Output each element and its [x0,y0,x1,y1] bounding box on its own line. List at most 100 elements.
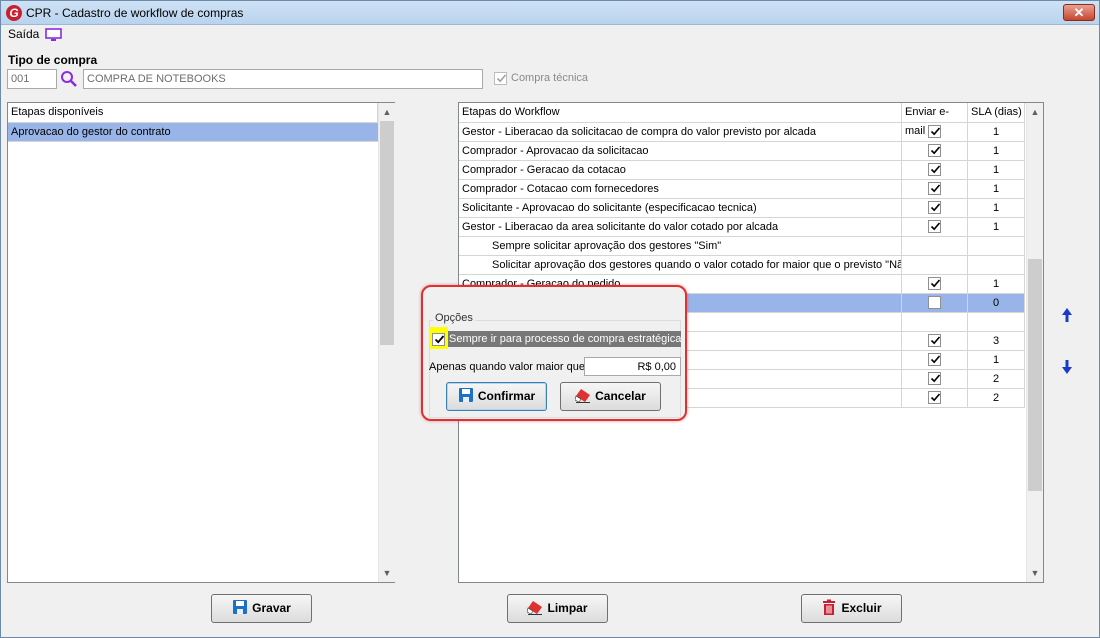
tipo-compra-label: Tipo de compra [8,53,98,67]
enviar-email-checkbox[interactable] [928,144,941,157]
enviar-email-checkbox[interactable] [928,163,941,176]
sla-cell[interactable]: 1 [968,351,1025,370]
limpar-label: Limpar [547,601,588,615]
check-icon [930,146,941,155]
sla-cell[interactable]: 3 [968,332,1025,351]
move-down-icon[interactable] [1062,360,1072,374]
check-icon [930,393,941,402]
valor-input[interactable]: R$ 0,00 [584,357,681,376]
check-icon [930,203,941,212]
menu-bar: Saída [1,25,1099,45]
email-cell [902,256,968,275]
enviar-email-checkbox[interactable] [928,372,941,385]
sla-cell[interactable]: 1 [968,218,1025,237]
title-bar: G CPR - Cadastro de workflow de compras … [1,1,1099,25]
etapas-disponiveis-list[interactable]: Etapas disponíveis Aprovacao do gestor d… [7,102,395,583]
limpar-button[interactable]: Limpar [507,594,608,623]
main-window: G CPR - Cadastro de workflow de compras … [0,0,1100,638]
compra-tecnica-label: Compra técnica [511,72,589,84]
check-icon [930,127,941,136]
enviar-email-checkbox[interactable] [928,220,941,233]
save-icon [233,599,248,614]
compra-estrategica-label[interactable]: Sempre ir para processo de compra estrat… [448,331,681,347]
scroll-thumb[interactable] [1028,259,1042,491]
workflow-header-email[interactable]: Enviar e-mail [902,103,968,137]
gravar-button[interactable]: Gravar [211,594,312,623]
enviar-email-checkbox[interactable] [928,277,941,290]
email-cell [902,123,968,142]
table-row[interactable]: Comprador - Geracao da cotacao 1 [459,161,1025,180]
sla-cell[interactable]: 1 [968,161,1025,180]
check-icon [496,74,507,83]
enviar-email-checkbox[interactable] [928,201,941,214]
etapa-cell: Solicitante - Aprovacao do solicitante (… [459,199,902,218]
scroll-down-icon[interactable]: ▼ [1027,564,1043,582]
sla-cell[interactable]: 2 [968,370,1025,389]
scroll-down-icon[interactable]: ▼ [379,564,395,582]
excluir-button[interactable]: Excluir [801,594,902,623]
sla-cell[interactable]: 1 [968,180,1025,199]
email-cell [902,294,968,313]
email-cell [902,332,968,351]
table-row[interactable]: Gestor - Liberacao da solicitacao de com… [459,123,1025,142]
check-icon [930,165,941,174]
move-up-icon[interactable] [1062,308,1072,322]
sla-cell[interactable]: 2 [968,389,1025,408]
workflow-header-sla[interactable]: SLA (dias) [968,103,1025,123]
monitor-icon[interactable] [45,28,62,42]
enviar-email-checkbox[interactable] [928,353,941,366]
list-item[interactable]: Aprovacao do gestor do contrato [8,123,378,142]
sla-cell[interactable]: 1 [968,123,1025,142]
email-cell [902,180,968,199]
compra-estrategica-checkbox[interactable] [432,333,445,346]
tipo-compra-description-input[interactable]: COMPRA DE NOTEBOOKS [83,69,483,89]
workflow-header-etapa[interactable]: Etapas do Workflow [459,103,902,123]
confirmar-button[interactable]: Confirmar [446,382,547,411]
email-cell [902,275,968,294]
etapa-cell: Gestor - Liberacao da solicitacao de com… [459,123,902,142]
etapas-scrollbar[interactable]: ▲ ▼ [378,103,395,582]
sla-cell[interactable]: 1 [968,275,1025,294]
table-row[interactable]: Gestor - Liberacao da area solicitante d… [459,218,1025,237]
scroll-up-icon[interactable]: ▲ [379,103,395,121]
table-row[interactable]: Sempre solicitar aprovação dos gestores … [459,237,1025,256]
sla-cell[interactable]: 1 [968,199,1025,218]
enviar-email-checkbox[interactable] [928,125,941,138]
email-cell [902,370,968,389]
tipo-compra-code-input[interactable]: 001 [7,69,57,89]
valor-label: Apenas quando valor maior que [429,361,585,373]
workflow-scrollbar[interactable]: ▲ ▼ [1026,103,1043,582]
search-icon[interactable] [60,70,78,88]
cancelar-button[interactable]: Cancelar [560,382,661,411]
enviar-email-checkbox[interactable] [928,391,941,404]
sla-cell[interactable]: 1 [968,142,1025,161]
enviar-email-checkbox[interactable] [928,334,941,347]
cancelar-label: Cancelar [595,389,646,403]
etapa-cell: Solicitar aprovação dos gestores quando … [459,256,902,275]
table-row[interactable]: Solicitante - Aprovacao do solicitante (… [459,199,1025,218]
table-row[interactable]: Solicitar aprovação dos gestores quando … [459,256,1025,275]
sla-cell[interactable] [968,256,1025,275]
sla-cell[interactable]: 0 [968,294,1025,313]
table-row[interactable]: Comprador - Aprovacao da solicitacao 1 [459,142,1025,161]
app-logo-icon: G [6,5,22,21]
opcoes-group-label: Opções [433,312,475,324]
enviar-email-checkbox[interactable] [928,182,941,195]
scroll-thumb[interactable] [380,121,394,345]
check-icon [930,374,941,383]
etapa-cell: Gestor - Liberacao da area solicitante d… [459,218,902,237]
eraser-icon [575,388,591,403]
compra-tecnica-checkbox[interactable] [494,72,507,85]
enviar-email-checkbox[interactable] [928,296,941,309]
sla-cell[interactable] [968,237,1025,256]
sla-cell[interactable] [968,313,1025,332]
etapas-disponiveis-header[interactable]: Etapas disponíveis [8,103,378,123]
table-row[interactable]: Comprador - Cotacao com fornecedores 1 [459,180,1025,199]
etapa-cell: Comprador - Geracao da cotacao [459,161,902,180]
email-cell [902,199,968,218]
scroll-up-icon[interactable]: ▲ [1027,103,1043,121]
menu-saida[interactable]: Saída [8,27,39,41]
email-cell [902,218,968,237]
etapa-cell: Comprador - Cotacao com fornecedores [459,180,902,199]
close-button[interactable]: ✕ [1063,4,1095,21]
